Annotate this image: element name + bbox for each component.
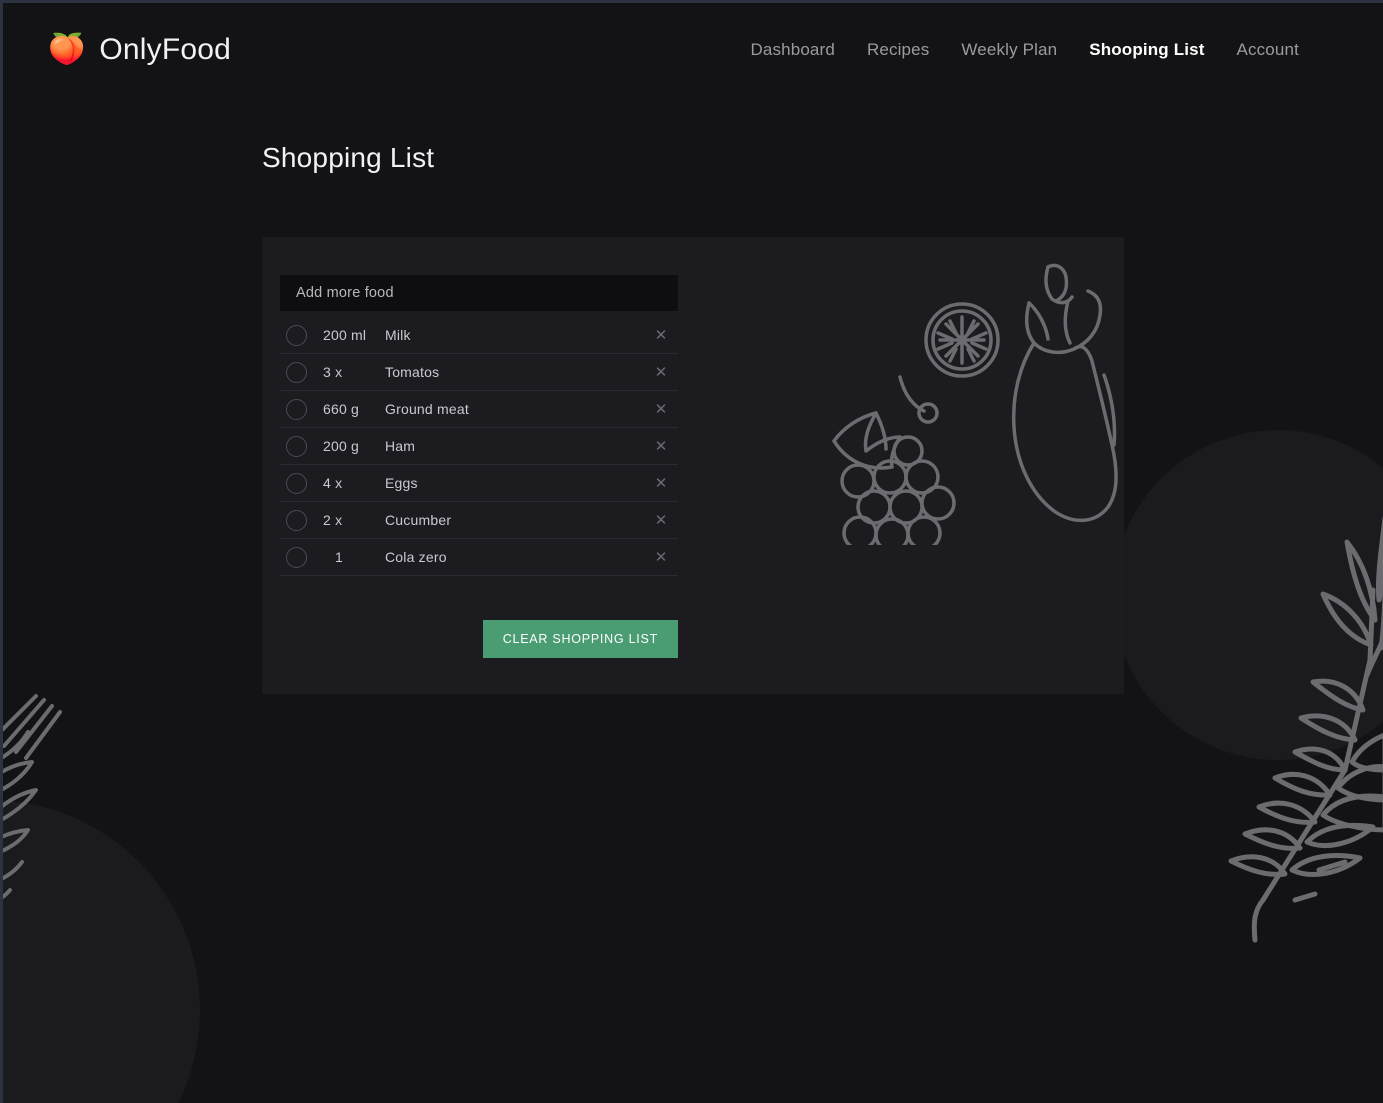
- item-name: Ham: [385, 438, 416, 454]
- item-checkbox[interactable]: [286, 435, 307, 457]
- list-item[interactable]: 3 x Tomatos ✕: [280, 354, 678, 391]
- item-checkbox[interactable]: [286, 324, 307, 346]
- item-checkbox[interactable]: [286, 509, 307, 531]
- list-item[interactable]: 200 ml Milk ✕: [280, 317, 678, 354]
- item-checkbox[interactable]: [286, 361, 307, 383]
- main-navigation: Dashboard Recipes Weekly Plan Shooping L…: [750, 40, 1299, 60]
- eggplant-illustration: [1011, 263, 1118, 523]
- clear-shopping-list-button[interactable]: CLEAR SHOPPING LIST: [482, 620, 678, 658]
- list-item[interactable]: 200 g Ham ✕: [280, 428, 678, 465]
- remove-item-icon[interactable]: ✕: [644, 476, 678, 491]
- item-quantity: 2 x: [323, 512, 343, 528]
- card-illustrations: [820, 245, 1120, 553]
- nav-item-recipes[interactable]: Recipes: [867, 40, 929, 60]
- shopping-list-card: 200 ml Milk ✕ 3 x Tomatos ✕ 660 g Ground…: [262, 237, 1124, 694]
- item-quantity: 200 ml: [323, 327, 367, 343]
- page-content: Shopping List Add more food 200 ml Milk …: [0, 142, 1383, 694]
- remove-item-icon[interactable]: ✕: [644, 513, 678, 528]
- add-food-input[interactable]: [280, 275, 678, 311]
- citrus-slice-illustration: [924, 302, 1000, 378]
- corner-leaf-illustration: [0, 690, 152, 950]
- background-blob-left: [0, 800, 200, 1103]
- item-quantity: 1: [335, 549, 343, 565]
- item-name: Tomatos: [385, 364, 440, 380]
- shopping-list-panel: 200 ml Milk ✕ 3 x Tomatos ✕ 660 g Ground…: [262, 237, 678, 658]
- shopping-list-actions: CLEAR SHOPPING LIST: [280, 620, 678, 658]
- brand-name: OnlyFood: [99, 33, 232, 66]
- item-checkbox[interactable]: [286, 472, 307, 494]
- list-item[interactable]: 4 x Eggs ✕: [280, 465, 678, 502]
- list-item[interactable]: 1 Cola zero ✕: [280, 539, 678, 576]
- item-name: Cucumber: [385, 512, 452, 528]
- site-header: 🍑 OnlyFood Dashboard Recipes Weekly Plan…: [0, 0, 1383, 100]
- nav-item-weekly-plan[interactable]: Weekly Plan: [961, 40, 1057, 60]
- window-edge-top: [0, 0, 1383, 3]
- nav-item-dashboard[interactable]: Dashboard: [750, 40, 835, 60]
- item-quantity: 4 x: [323, 475, 343, 491]
- item-quantity: 660 g: [323, 401, 360, 417]
- item-quantity: 3 x: [323, 364, 343, 380]
- item-checkbox[interactable]: [286, 398, 307, 420]
- remove-item-icon[interactable]: ✕: [644, 402, 678, 417]
- item-checkbox[interactable]: [286, 546, 307, 568]
- peach-logo-icon: 🍑: [48, 33, 86, 66]
- page-title: Shopping List: [262, 142, 435, 173]
- list-item[interactable]: 2 x Cucumber ✕: [280, 502, 678, 539]
- brand-logo[interactable]: 🍑 OnlyFood: [48, 33, 231, 67]
- remove-item-icon[interactable]: ✕: [644, 439, 678, 454]
- item-name: Cola zero: [385, 549, 447, 565]
- shopping-list-items: 200 ml Milk ✕ 3 x Tomatos ✕ 660 g Ground…: [280, 317, 678, 576]
- nav-item-account[interactable]: Account: [1237, 40, 1299, 60]
- grapes-illustration: [832, 375, 956, 553]
- item-name: Eggs: [385, 475, 418, 491]
- item-name: Milk: [385, 327, 411, 343]
- nav-item-shopping-list[interactable]: Shooping List: [1089, 40, 1204, 60]
- item-name: Ground meat: [385, 401, 469, 417]
- remove-item-icon[interactable]: ✕: [644, 328, 678, 343]
- remove-item-icon[interactable]: ✕: [644, 550, 678, 565]
- list-item[interactable]: 660 g Ground meat ✕: [280, 391, 678, 428]
- window-edge-left: [0, 0, 3, 1103]
- remove-item-icon[interactable]: ✕: [644, 365, 678, 380]
- item-quantity: 200 g: [323, 438, 360, 454]
